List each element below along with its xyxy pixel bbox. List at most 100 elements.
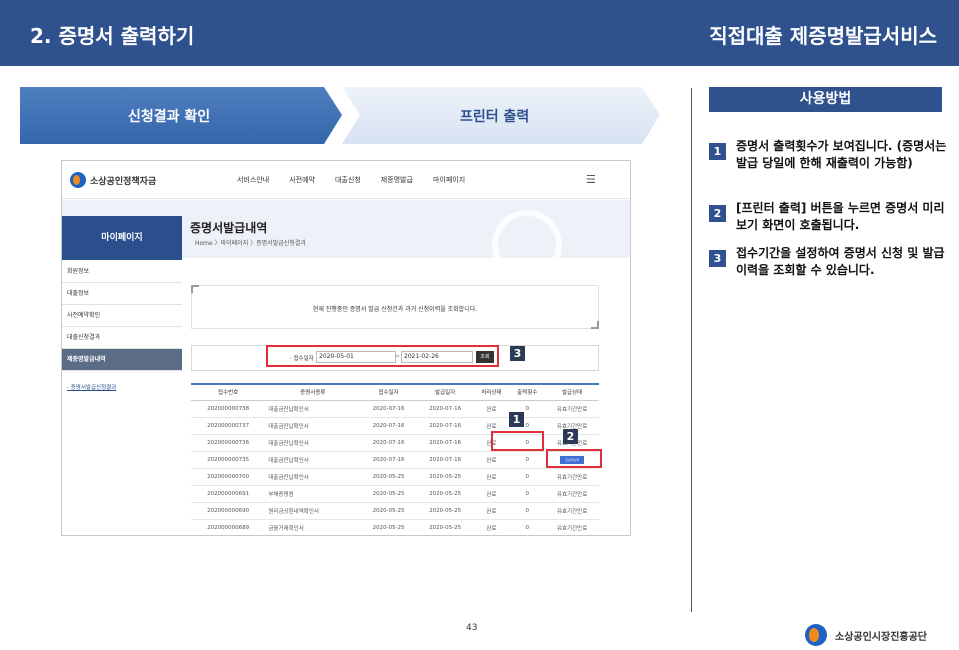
sidebar-item-certificate-history[interactable]: 제증명발급내역 xyxy=(62,349,182,371)
table-cell: 2020-07-16 xyxy=(360,400,417,418)
page-banner: 증명서발급내역 Home 〉마이페이지 〉증명서발급신청결과 마이페이지 xyxy=(62,200,630,280)
sidebar-item-apply-result[interactable]: 대출신청결과 xyxy=(62,327,182,349)
table-cell: 유효기간만료 xyxy=(545,502,599,520)
main-nav: 서비스안내 사전예약 대출신청 제증명발급 마이페이지 xyxy=(237,175,485,185)
nav-item-mypage[interactable]: 마이페이지 xyxy=(433,175,465,185)
table-cell: 2020-07-16 xyxy=(360,417,417,435)
col-receipt-date: 접수일자 xyxy=(360,383,417,401)
table-cell: 2020-05-25 xyxy=(416,485,474,503)
menu-icon[interactable]: ☰ xyxy=(586,173,596,186)
table-cell: 부채증명원 xyxy=(265,485,361,503)
table-cell: 완료 xyxy=(473,519,510,535)
col-status: 처리상태 xyxy=(473,383,510,401)
table-cell: 2020-07-16 xyxy=(416,434,474,452)
nav-item-certificate[interactable]: 제증명발급 xyxy=(381,175,413,185)
table-cell: 202000000735 xyxy=(191,451,266,469)
table-cell: 202000000690 xyxy=(191,502,266,520)
table-cell: 202000000738 xyxy=(191,400,266,418)
highlight-print-button xyxy=(546,449,602,468)
divider xyxy=(691,88,692,612)
table-cell: 유효기간만료 xyxy=(545,400,599,418)
nav-item-service[interactable]: 서비스안내 xyxy=(237,175,269,185)
table-cell: 유효기간만료 xyxy=(545,468,599,486)
tip-text: [프린터 출력] 버튼을 누르면 증명서 미리보기 화면이 호출됩니다. xyxy=(736,201,945,232)
table-cell: 202000000736 xyxy=(191,434,266,452)
col-receipt-no: 접수번호 xyxy=(191,383,266,401)
table-cell: 완료 xyxy=(473,468,510,486)
table-cell: 2020-07-16 xyxy=(416,451,474,469)
table-cell: 대출금잔납확인서 xyxy=(265,434,361,452)
nav-item-reserve[interactable]: 사전예약 xyxy=(289,175,315,185)
tip-text: 접수기간을 설정하여 증명서 신청 및 발급이력을 조회할 수 있습니다. xyxy=(736,246,945,277)
table-cell: 완료 xyxy=(473,502,510,520)
corner-decoration xyxy=(191,285,199,293)
logo-text: 소상공인정책자금 xyxy=(90,176,157,187)
table-cell: 202000000700 xyxy=(191,468,266,486)
nav-item-apply[interactable]: 대출신청 xyxy=(335,175,361,185)
table-cell: 원리금상환내역확인서 xyxy=(265,502,361,520)
table-cell: 완료 xyxy=(473,485,510,503)
slide-title: 2. 증명서 출력하기 xyxy=(30,24,195,48)
table-header-row: 접수번호 증명서종류 접수일자 발급일자 처리상태 출력횟수 발급상태 xyxy=(191,383,599,401)
step-confirm-result: 신청결과 확인 xyxy=(128,109,211,125)
col-cert-kind: 증명서종류 xyxy=(265,383,361,401)
table-cell: 2020-07-16 xyxy=(416,417,474,435)
table-cell: 대출금잔납확인서 xyxy=(265,417,361,435)
footer-org-name: 소상공인시장진흥공단 xyxy=(835,631,927,643)
sidebar-header: 마이페이지 xyxy=(62,216,182,260)
step-arrows: 신청결과 확인 프린터 출력 xyxy=(20,87,660,144)
callout-2: 2 xyxy=(563,429,578,444)
table-cell: 0 xyxy=(509,451,546,469)
tip-2: 2 [프린터 출력] 버튼을 누르면 증명서 미리보기 화면이 호출됩니다. xyxy=(709,200,954,234)
tip-number: 3 xyxy=(709,250,726,267)
col-print-count: 출력횟수 xyxy=(509,383,546,401)
table-cell: 유효기간만료 xyxy=(545,485,599,503)
tip-number: 2 xyxy=(709,205,726,222)
site-logo[interactable]: 소상공인정책자금 xyxy=(70,172,156,188)
logo-icon xyxy=(70,172,86,188)
table-cell: 2020-07-16 xyxy=(360,434,417,452)
table-cell: 대출금잔납확인서 xyxy=(265,400,361,418)
footer-logo: 소상공인시장진흥공단 xyxy=(805,624,927,646)
table-cell: 0 xyxy=(509,502,546,520)
table-row: 202000000689 금융거래확인서 2020-05-25 2020-05-25 완… xyxy=(191,519,599,535)
certificate-table: 접수번호 증명서종류 접수일자 발급일자 처리상태 출력횟수 발급상태 2020… xyxy=(191,383,599,535)
sidebar-item-reservation[interactable]: 사전예약확인 xyxy=(62,305,182,327)
step-print: 프린터 출력 xyxy=(460,109,530,125)
tip-text: 증명서 출력횟수가 보여집니다. (증명서는 발급 당일에 한해 재출력이 가능… xyxy=(736,139,947,170)
highlight-print-count xyxy=(491,431,544,451)
table-cell: 2020-05-25 xyxy=(360,468,417,486)
table-cell: 금융거래확인서 xyxy=(265,519,361,535)
table-cell: 0 xyxy=(509,468,546,486)
howto-header: 사용방법 xyxy=(709,87,942,112)
tip-1: 1 증명서 출력횟수가 보여집니다. (증명서는 발급 당일에 한해 재출력이 … xyxy=(709,138,954,172)
table-cell: 대출금잔납확인서 xyxy=(265,468,361,486)
tip-3: 3 접수기간을 설정하여 증명서 신청 및 발급이력을 조회할 수 있습니다. xyxy=(709,245,954,279)
col-issue-date: 발급일자 xyxy=(416,383,474,401)
site-header: 소상공인정책자금 서비스안내 사전예약 대출신청 제증명발급 마이페이지 ☰ xyxy=(62,161,630,199)
table-row: 202000000735 대출금잔납확인서 2020-07-16 2020-07-16… xyxy=(191,451,599,469)
table-row: 202000000700 대출금잔납확인서 2020-05-25 2020-05-25… xyxy=(191,468,599,486)
sidebar-item-member[interactable]: 회원정보 xyxy=(62,261,182,283)
decorative-circle xyxy=(492,210,562,280)
table-cell: 2020-07-16 xyxy=(360,451,417,469)
table-cell: 2020-05-25 xyxy=(360,519,417,535)
table-row: 202000000691 부채증명원 2020-05-25 2020-05-25 완료 0… xyxy=(191,485,599,503)
col-issue-status: 발급상태 xyxy=(545,383,599,401)
page-title: 증명서발급내역 xyxy=(190,221,268,235)
step-arrow-shapes xyxy=(20,87,660,144)
highlight-date-range xyxy=(266,345,499,367)
table-cell: 완료 xyxy=(473,451,510,469)
org-logo-icon xyxy=(805,624,827,646)
table-cell: 2020-05-25 xyxy=(360,502,417,520)
sidebar-item-loan-info[interactable]: 대출정보 xyxy=(62,283,182,305)
table-cell: 202000000689 xyxy=(191,519,266,535)
table-cell: 2020-05-25 xyxy=(416,519,474,535)
table-cell: 202000000737 xyxy=(191,417,266,435)
page-number: 43 xyxy=(466,623,478,633)
notice-text: 현재 진행중인 증명서 발급 신청건과 과거 신청이력을 조회합니다. xyxy=(312,306,478,313)
table-row: 202000000738 대출금잔납확인서 2020-07-16 2020-07-16… xyxy=(191,400,599,418)
sidebar-subitem-certificate-result[interactable]: - 증명서발급신청결과 xyxy=(67,383,116,391)
table-cell: 2020-05-25 xyxy=(360,485,417,503)
table-cell: 2020-05-25 xyxy=(416,468,474,486)
